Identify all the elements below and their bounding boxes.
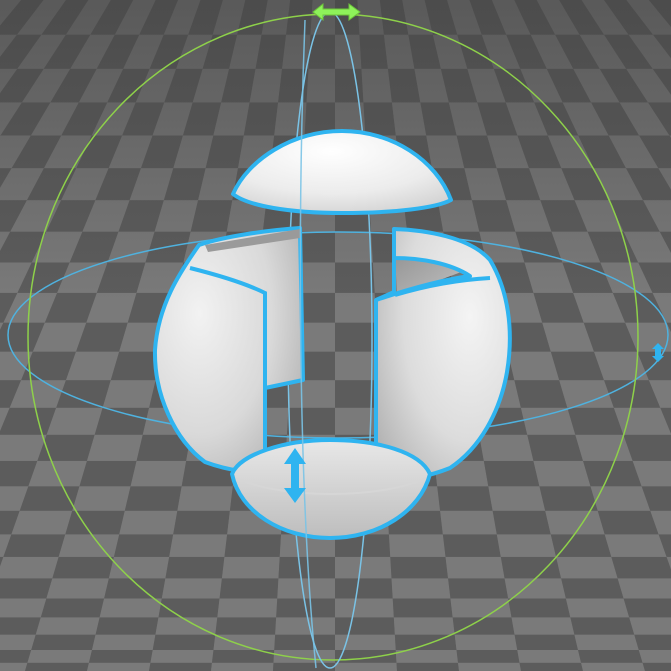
floor-haze	[0, 0, 671, 671]
3d-viewport[interactable]	[0, 0, 671, 671]
scene-canvas[interactable]	[0, 0, 671, 671]
